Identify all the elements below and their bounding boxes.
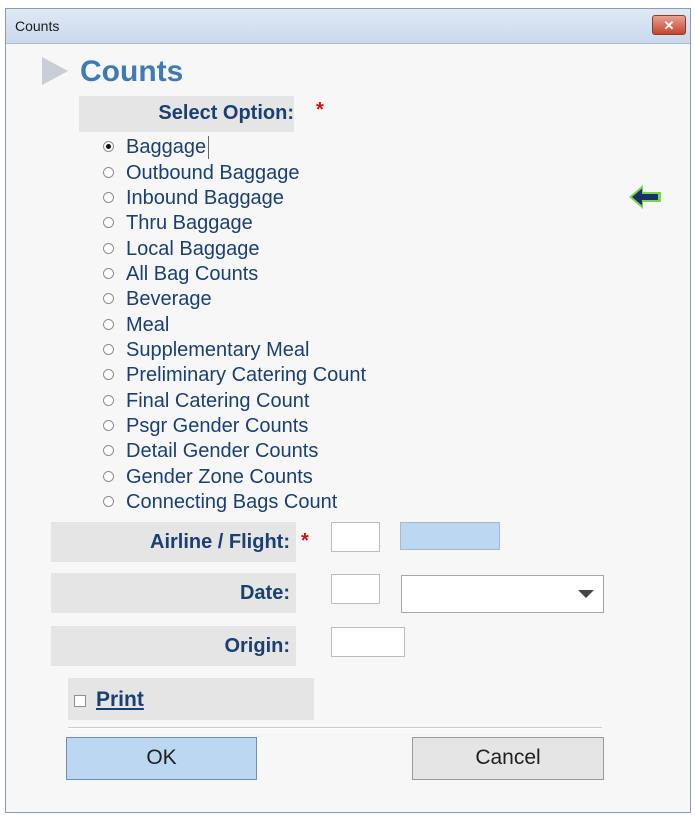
radio-button[interactable]	[103, 419, 114, 431]
radio-option-baggage[interactable]: Baggage	[103, 135, 366, 160]
radio-button[interactable]	[103, 267, 114, 279]
radio-label[interactable]: Connecting Bags Count	[126, 491, 337, 514]
radio-option-detail-gender-counts[interactable]: Detail Gender Counts	[103, 439, 366, 464]
title-bar[interactable]: Counts ✕	[6, 9, 690, 44]
radio-button[interactable]	[103, 394, 114, 406]
date-day-input[interactable]	[331, 574, 380, 604]
page-title: Counts	[80, 55, 184, 88]
radio-option-all-bag-counts[interactable]: All Bag Counts	[103, 262, 366, 287]
flight-number-input[interactable]	[400, 522, 500, 550]
radio-option-outbound-baggage[interactable]: Outbound Baggage	[103, 160, 366, 185]
radio-button[interactable]	[103, 343, 114, 355]
cancel-button[interactable]: Cancel	[412, 737, 604, 780]
radio-button[interactable]	[103, 470, 114, 482]
count-option-radio-group: Baggage Outbound Baggage Inbound Baggage…	[103, 135, 366, 515]
print-label[interactable]: Print	[96, 688, 144, 712]
radio-option-inbound-baggage[interactable]: Inbound Baggage	[103, 186, 366, 211]
select-option-required-mark: *	[316, 99, 324, 121]
chevron-down-icon[interactable]	[569, 576, 603, 612]
radio-option-beverage[interactable]: Beverage	[103, 287, 366, 312]
radio-option-preliminary-catering-count[interactable]: Preliminary Catering Count	[103, 363, 366, 388]
arrow-left-icon	[629, 185, 661, 209]
radio-option-psgr-gender-counts[interactable]: Psgr Gender Counts	[103, 414, 366, 439]
radio-label[interactable]: Local Baggage	[126, 238, 259, 261]
radio-button[interactable]	[103, 242, 114, 254]
radio-button[interactable]	[103, 191, 114, 203]
radio-label[interactable]: Baggage	[126, 136, 210, 160]
radio-button[interactable]	[103, 217, 114, 229]
radio-option-supplementary-meal[interactable]: Supplementary Meal	[103, 338, 366, 363]
radio-label[interactable]: Preliminary Catering Count	[126, 364, 366, 387]
date-label: Date:	[51, 573, 296, 613]
radio-button[interactable]	[103, 166, 114, 178]
radio-option-connecting-bags-count[interactable]: Connecting Bags Count	[103, 490, 366, 515]
radio-label[interactable]: Psgr Gender Counts	[126, 415, 308, 438]
radio-label[interactable]: Supplementary Meal	[126, 339, 309, 362]
radio-button[interactable]	[103, 318, 114, 330]
radio-button[interactable]	[103, 293, 114, 305]
radio-option-thru-baggage[interactable]: Thru Baggage	[103, 211, 366, 236]
airline-code-input[interactable]	[331, 522, 380, 552]
select-option-label: Select Option:	[158, 102, 294, 124]
header-chevron-icon	[42, 57, 68, 85]
radio-label[interactable]: Inbound Baggage	[126, 187, 284, 210]
radio-button[interactable]	[103, 141, 114, 153]
radio-label[interactable]: Outbound Baggage	[126, 162, 300, 185]
ok-button[interactable]: OK	[66, 737, 257, 780]
origin-input[interactable]	[331, 627, 405, 657]
radio-button[interactable]	[103, 369, 114, 381]
print-checkbox[interactable]	[74, 695, 86, 707]
ok-button-label: OK	[146, 746, 177, 769]
radio-option-gender-zone-counts[interactable]: Gender Zone Counts	[103, 464, 366, 489]
radio-option-meal[interactable]: Meal	[103, 312, 366, 337]
origin-label: Origin:	[51, 626, 296, 666]
radio-label[interactable]: Detail Gender Counts	[126, 440, 318, 463]
radio-label[interactable]: Final Catering Count	[126, 390, 309, 413]
cancel-button-label: Cancel	[475, 746, 541, 769]
radio-button[interactable]	[103, 445, 114, 457]
radio-label[interactable]: Meal	[126, 314, 169, 337]
button-separator	[68, 727, 602, 729]
airline-flight-required-mark: *	[301, 530, 309, 552]
select-option-label-box: Select Option:	[79, 96, 294, 132]
radio-label[interactable]: Beverage	[126, 288, 212, 311]
radio-button[interactable]	[103, 495, 114, 507]
radio-label[interactable]: Gender Zone Counts	[126, 466, 313, 489]
window-title: Counts	[15, 18, 60, 34]
radio-option-final-catering-count[interactable]: Final Catering Count	[103, 388, 366, 413]
airline-flight-label: Airline / Flight:	[51, 522, 296, 562]
radio-label[interactable]: Thru Baggage	[126, 212, 253, 235]
radio-label[interactable]: All Bag Counts	[126, 263, 258, 286]
radio-option-local-baggage[interactable]: Local Baggage	[103, 236, 366, 261]
close-button[interactable]: ✕	[652, 15, 686, 35]
date-select-dropdown[interactable]	[401, 575, 604, 613]
